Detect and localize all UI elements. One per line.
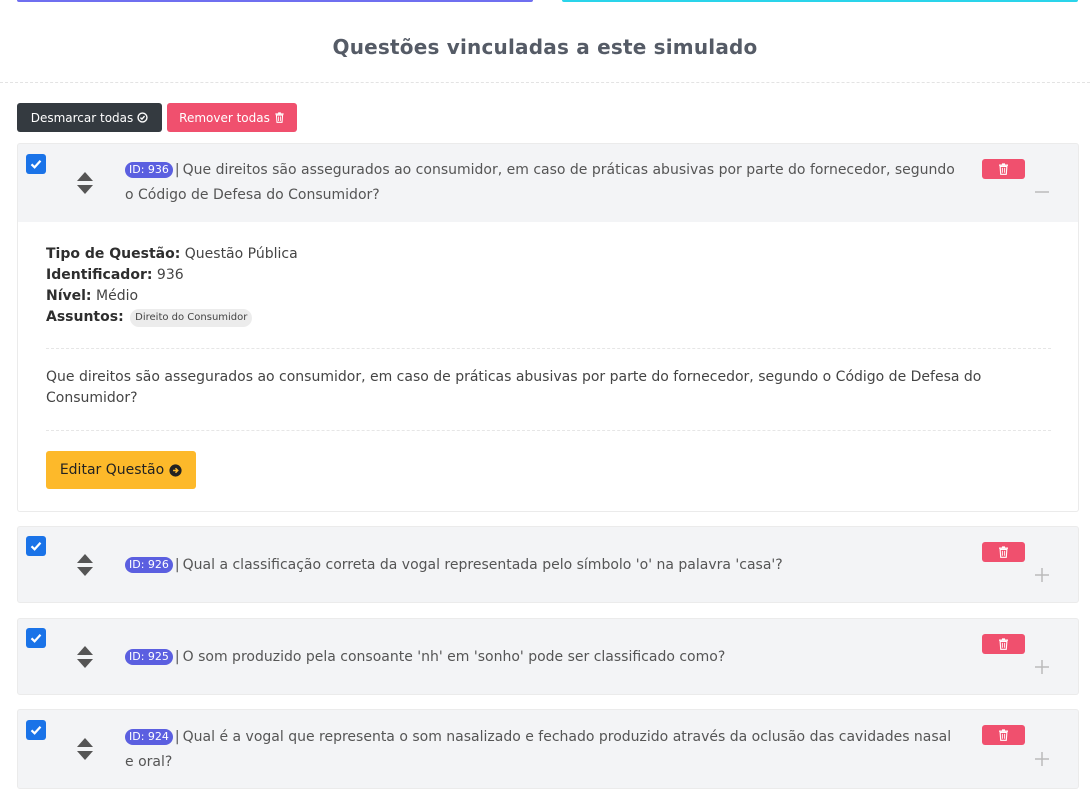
delete-question-button[interactable] <box>982 634 1025 654</box>
divider <box>46 348 1051 349</box>
question-title[interactable]: ID: 925 | O som produzido pela consoante '… <box>125 645 955 670</box>
edit-question-label: Editar Questão <box>59 462 165 478</box>
identifier-label: Identificador: <box>46 267 153 283</box>
checkmark-icon <box>30 542 42 551</box>
delete-question-button[interactable] <box>982 725 1025 745</box>
trash-icon <box>999 546 1008 558</box>
question-title[interactable]: ID: 924 | Qual é a vogal que representa o … <box>125 725 955 775</box>
question-checkbox[interactable] <box>26 536 46 556</box>
level-value: Médio <box>96 288 139 304</box>
question-card: ID: 925 | O som produzido pela consoante '… <box>17 618 1079 695</box>
plus-icon <box>1035 568 1049 582</box>
drag-handle[interactable] <box>76 737 94 765</box>
type-label: Tipo de Questão: <box>46 246 181 262</box>
question-card: ID: 926 | Qual a classificação correta da … <box>17 526 1079 603</box>
question-title[interactable]: ID: 936 | Que direitos são assegurados ao … <box>125 158 955 208</box>
checkmark-icon <box>30 634 42 643</box>
sort-icon <box>77 738 93 760</box>
trash-icon <box>999 638 1008 650</box>
trash-icon <box>999 163 1008 175</box>
plus-icon <box>1035 752 1049 766</box>
uncheck-all-button[interactable]: Desmarcar todas <box>17 103 162 132</box>
minus-icon <box>1035 191 1049 193</box>
question-id-badge: ID: 936 <box>125 162 173 178</box>
tab-indicator-right <box>562 0 1078 2</box>
drag-handle[interactable] <box>76 645 94 673</box>
checkmark-icon <box>30 160 42 169</box>
question-title[interactable]: ID: 926 | Qual a classificação correta da … <box>125 553 955 578</box>
checkmark-icon <box>30 726 42 735</box>
question-card: ID: 936 | Que direitos são assegurados ao … <box>17 143 1079 223</box>
divider <box>0 82 1090 83</box>
question-id-badge: ID: 926 <box>125 557 173 573</box>
drag-handle[interactable] <box>76 553 94 581</box>
delete-question-button[interactable] <box>982 542 1025 562</box>
question-full-text: Que direitos são assegurados ao consumid… <box>46 369 982 406</box>
plus-icon <box>1035 660 1049 674</box>
question-id-badge: ID: 925 <box>125 649 173 665</box>
question-text: Que direitos são assegurados ao consumid… <box>125 162 955 203</box>
delete-question-button[interactable] <box>982 159 1025 179</box>
question-card: ID: 924 | Qual é a vogal que representa o … <box>17 709 1079 789</box>
sort-icon <box>77 554 93 576</box>
uncheck-all-label: Desmarcar todas <box>30 110 134 125</box>
edit-question-button[interactable]: Editar Questão <box>46 451 196 489</box>
check-circle-icon <box>137 112 148 123</box>
level-label: Nível: <box>46 288 92 304</box>
arrow-circle-right-icon <box>169 463 182 477</box>
question-checkbox[interactable] <box>26 154 46 174</box>
drag-handle[interactable] <box>76 171 94 199</box>
question-text: Qual a classificação correta da vogal re… <box>182 557 783 573</box>
sort-icon <box>77 646 93 668</box>
trash-icon <box>275 112 284 123</box>
remove-all-label: Remover todas <box>179 110 270 125</box>
question-meta: Tipo de Questão: Questão Pública Identif… <box>46 244 298 328</box>
question-text: O som produzido pela consoante 'nh' em '… <box>182 649 726 665</box>
subject-tag: Direito do Consumidor <box>130 309 253 327</box>
tab-indicator-left <box>17 0 533 2</box>
remove-all-button[interactable]: Remover todas <box>167 103 297 132</box>
question-checkbox[interactable] <box>26 720 46 740</box>
page-title: Questões vinculadas a este simulado <box>332 35 758 59</box>
collapse-toggle[interactable] <box>1032 182 1052 202</box>
question-detail-panel: Tipo de Questão: Questão Pública Identif… <box>17 222 1079 512</box>
question-checkbox[interactable] <box>26 628 46 648</box>
trash-icon <box>999 729 1008 741</box>
question-id-badge: ID: 924 <box>125 729 173 745</box>
sort-icon <box>77 172 93 194</box>
identifier-value: 936 <box>156 267 184 283</box>
subjects-label: Assuntos: <box>46 309 124 325</box>
expand-toggle[interactable] <box>1032 749 1052 769</box>
type-value: Questão Pública <box>184 246 298 262</box>
expand-toggle[interactable] <box>1032 657 1052 677</box>
divider <box>46 430 1051 431</box>
question-text: Qual é a vogal que representa o som nasa… <box>125 729 952 770</box>
expand-toggle[interactable] <box>1032 565 1052 585</box>
